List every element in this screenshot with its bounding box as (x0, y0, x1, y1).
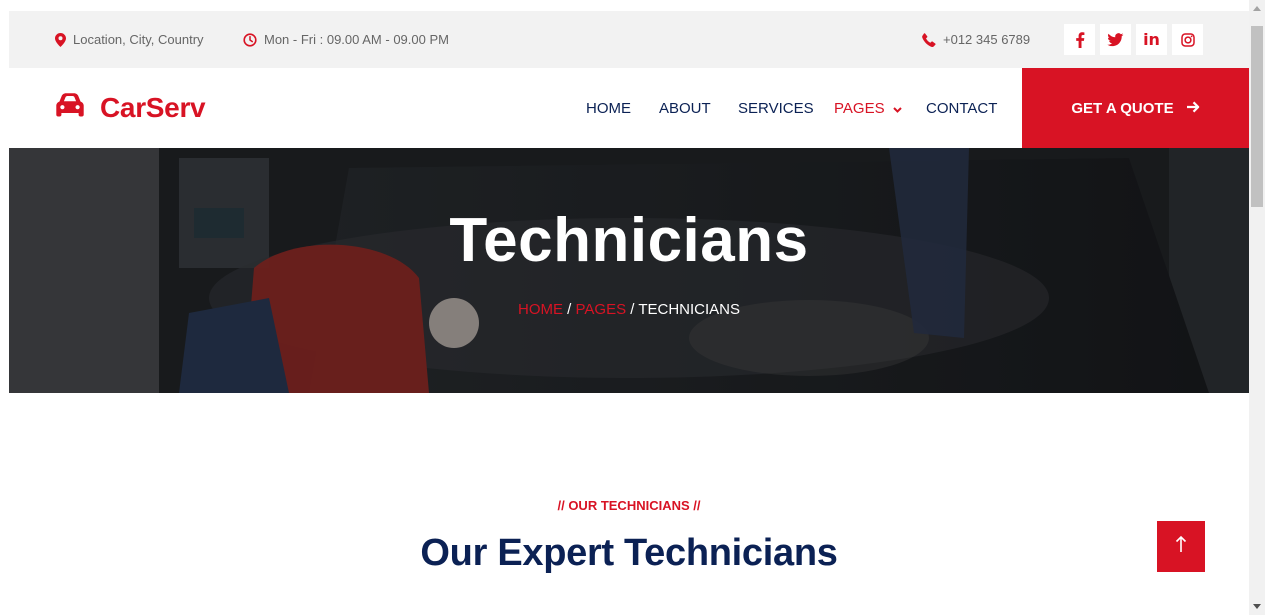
car-icon (54, 92, 86, 124)
vertical-scrollbar[interactable] (1249, 0, 1265, 615)
map-marker-icon (55, 32, 66, 47)
page-title: Technicians (449, 206, 809, 275)
navbar: CarServ HOME ABOUT SERVICES PAGES CONTAC… (9, 68, 1249, 148)
facebook-icon (1075, 31, 1085, 48)
scroll-up-arrow-icon[interactable] (1253, 6, 1261, 11)
breadcrumb-separator: / (567, 301, 572, 318)
nav-about[interactable]: ABOUT (659, 68, 711, 148)
page: Location, City, Country Mon - Fri : 09.0… (9, 11, 1249, 615)
linkedin-icon: in (1143, 30, 1160, 49)
hours-info: Mon - Fri : 09.00 AM - 09.00 PM (243, 11, 449, 68)
arrow-up-icon (1175, 535, 1187, 558)
brand-name: CarServ (100, 92, 206, 123)
page-header-hero: Technicians HOME / PAGES / TECHNICIANS (9, 148, 1249, 393)
top-bar: Location, City, Country Mon - Fri : 09.0… (9, 11, 1249, 68)
section-title: Our Expert Technicians (420, 532, 838, 574)
arrow-right-icon (1186, 100, 1200, 117)
nav-contact[interactable]: CONTACT (926, 68, 997, 148)
nav-pages-label: PAGES (834, 99, 885, 117)
clock-icon (243, 32, 257, 47)
left-gutter (0, 0, 9, 615)
breadcrumb: HOME / PAGES / TECHNICIANS (9, 301, 1249, 318)
phone-info[interactable]: +012 345 6789 (922, 11, 1030, 68)
nav-home[interactable]: HOME (586, 68, 631, 148)
get-a-quote-button[interactable]: GET A QUOTE (1022, 68, 1249, 148)
scroll-down-arrow-icon[interactable] (1253, 604, 1261, 609)
instagram-link[interactable] (1172, 24, 1203, 55)
nav-pages-dropdown[interactable]: PAGES (834, 68, 902, 148)
twitter-link[interactable] (1100, 24, 1131, 55)
breadcrumb-current: TECHNICIANS (638, 301, 741, 318)
breadcrumb-pages[interactable]: PAGES (576, 301, 627, 318)
brand-logo[interactable]: CarServ (54, 68, 206, 148)
get-a-quote-label: GET A QUOTE (1071, 99, 1174, 117)
location-text: Location, City, Country (73, 32, 204, 47)
location-info: Location, City, Country (55, 11, 204, 68)
linkedin-link[interactable]: in (1136, 24, 1167, 55)
phone-text: +012 345 6789 (943, 32, 1031, 47)
breadcrumb-home[interactable]: HOME (518, 301, 563, 318)
section-subtitle: // OUR TECHNICIANS // (557, 498, 701, 513)
nav-services[interactable]: SERVICES (738, 68, 814, 148)
instagram-icon (1180, 32, 1195, 47)
phone-icon (922, 32, 936, 47)
chevron-down-icon (892, 100, 902, 117)
twitter-icon (1107, 32, 1124, 47)
breadcrumb-separator: / (630, 301, 635, 318)
hours-text: Mon - Fri : 09.00 AM - 09.00 PM (264, 32, 449, 47)
facebook-link[interactable] (1064, 24, 1095, 55)
scrollbar-thumb[interactable] (1251, 26, 1263, 207)
back-to-top-button[interactable] (1157, 521, 1205, 572)
